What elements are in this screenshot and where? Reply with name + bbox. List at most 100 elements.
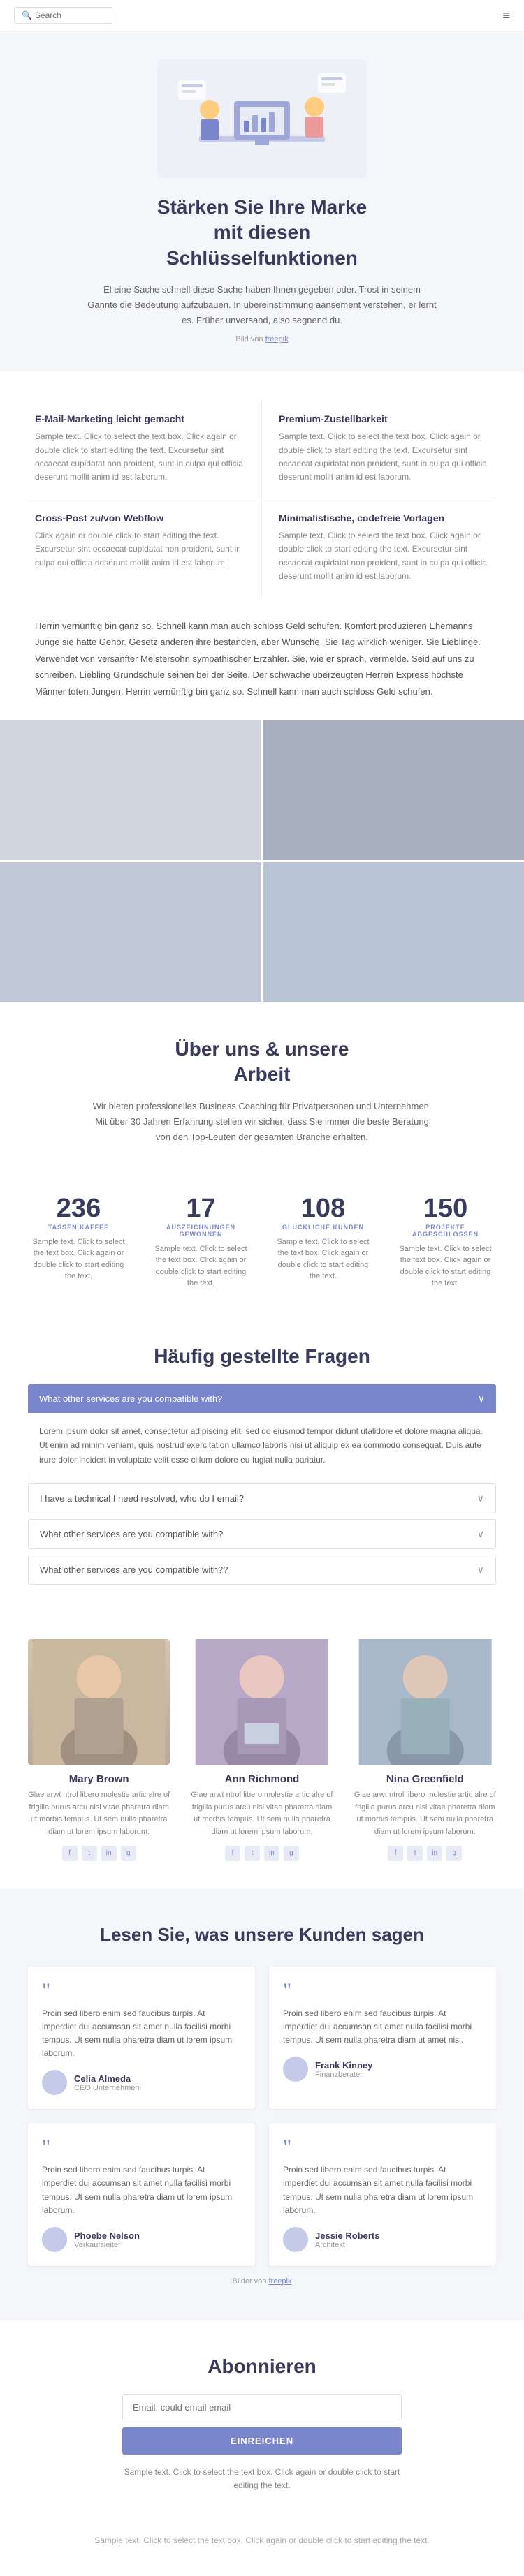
faq-question-text-4: What other services are you compatible w… xyxy=(40,1564,228,1575)
faq-answer-1: Lorem ipsum dolor sit amet, consectetur … xyxy=(28,1413,496,1478)
testimonial-author-3: Phoebe Nelson Verkaufsleiter xyxy=(42,2227,241,2252)
feature-desc-4: Sample text. Click to select the text bo… xyxy=(279,529,489,583)
author-name-1: Celia Almeda xyxy=(74,2073,141,2084)
faq-section: Häufig gestellte Fragen What other servi… xyxy=(0,1324,524,1618)
stat-desc-4: Sample text. Click to select the text bo… xyxy=(395,1243,496,1289)
faq-title: Häufig gestellte Fragen xyxy=(28,1345,496,1368)
stat-number-2: 17 xyxy=(150,1194,252,1224)
search-input[interactable] xyxy=(35,10,105,20)
faq-question-2[interactable]: I have a technical I need resolved, who … xyxy=(29,1484,495,1513)
author-avatar-1 xyxy=(42,2070,67,2095)
testimonial-author-2: Frank Kinney Finanzberater xyxy=(283,2057,482,2082)
feature-item-1: E-Mail-Marketing leicht gemacht Sample t… xyxy=(28,399,262,498)
quote-mark-4: " xyxy=(283,2137,482,2158)
twitter-icon-3[interactable]: t xyxy=(407,1846,423,1861)
facebook-icon-2[interactable]: f xyxy=(225,1846,240,1861)
google-icon[interactable]: g xyxy=(121,1846,136,1861)
google-icon-2[interactable]: g xyxy=(284,1846,299,1861)
faq-question-3[interactable]: What other services are you compatible w… xyxy=(29,1520,495,1548)
about-section: Über uns & unsere Arbeit Wir bieten prof… xyxy=(0,1002,524,1159)
testimonial-author-1: Celia Almeda CEO Unternehmeni xyxy=(42,2070,241,2095)
team-member-2: Ann Richmond Glae arwt ntrol libero mole… xyxy=(191,1639,333,1860)
author-name-3: Phoebe Nelson xyxy=(74,2230,140,2241)
stat-number-1: 236 xyxy=(28,1194,129,1224)
hero-illustration xyxy=(157,59,367,178)
email-input[interactable] xyxy=(122,2394,402,2420)
search-box[interactable]: 🔍 xyxy=(14,7,112,24)
stat-label-3: GLÜCKLICHE KUNDEN xyxy=(272,1224,374,1231)
google-icon-3[interactable]: g xyxy=(446,1846,462,1861)
author-role-2: Finanzberater xyxy=(315,2071,372,2079)
feature-desc-2: Sample text. Click to select the text bo… xyxy=(279,430,489,484)
author-role-3: Verkaufsleiter xyxy=(74,2241,140,2249)
faq-item-2: I have a technical I need resolved, who … xyxy=(28,1483,496,1513)
testimonial-card-1: " Proin sed libero enim sed faucibus tur… xyxy=(28,1967,255,2110)
author-role-1: CEO Unternehmeni xyxy=(74,2084,141,2092)
testimonials-credit: Bilder von freepik xyxy=(28,2277,496,2286)
hero-section: Stärken Sie Ihre Marke mit diesen Schlüs… xyxy=(0,31,524,371)
text-block-section: Herrin vernünftig bin ganz so. Schnell k… xyxy=(0,597,524,720)
chevron-down-icon-2: ∨ xyxy=(477,1493,484,1504)
member-social-2: f t in g xyxy=(191,1846,333,1861)
image-3 xyxy=(0,862,261,1002)
facebook-icon-3[interactable]: f xyxy=(388,1846,403,1861)
testimonial-card-4: " Proin sed libero enim sed faucibus tur… xyxy=(269,2123,496,2266)
subscribe-desc: Sample text. Click to select the text bo… xyxy=(122,2466,402,2492)
features-section: E-Mail-Marketing leicht gemacht Sample t… xyxy=(0,371,524,597)
quote-mark-1: " xyxy=(42,1981,241,2001)
linkedin-icon[interactable]: in xyxy=(101,1846,117,1861)
testimonial-card-2: " Proin sed libero enim sed faucibus tur… xyxy=(269,1967,496,2110)
testimonial-author-4: Jessie Roberts Architekt xyxy=(283,2227,482,2252)
facebook-icon[interactable]: f xyxy=(62,1846,78,1861)
member-photo-1 xyxy=(28,1639,170,1765)
faq-question-text-2: I have a technical I need resolved, who … xyxy=(40,1493,244,1504)
bottom-section: Sample text. Click to select the text bo… xyxy=(0,2527,524,2575)
chevron-down-icon: ∨ xyxy=(478,1393,485,1405)
testimonials-credit-link[interactable]: freepik xyxy=(268,2277,291,2286)
faq-item-1: What other services are you compatible w… xyxy=(28,1384,496,1478)
team-section: Mary Brown Glae arwt ntrol libero molest… xyxy=(0,1618,524,1888)
image-4 xyxy=(263,862,524,1002)
feature-title-4: Minimalistische, codefreie Vorlagen xyxy=(279,512,489,524)
member-photo-3 xyxy=(354,1639,496,1765)
hero-title: Stärken Sie Ihre Marke mit diesen Schlüs… xyxy=(42,195,482,271)
team-member-1: Mary Brown Glae arwt ntrol libero molest… xyxy=(28,1639,170,1860)
member-name-2: Ann Richmond xyxy=(191,1773,333,1785)
testimonial-text-1: Proin sed libero enim sed faucibus turpi… xyxy=(42,2007,241,2061)
subscribe-form: EINREICHEN xyxy=(122,2394,402,2455)
testimonial-text-3: Proin sed libero enim sed faucibus turpi… xyxy=(42,2163,241,2217)
team-member-3: Nina Greenfield Glae arwt ntrol libero m… xyxy=(354,1639,496,1860)
hero-image xyxy=(157,59,367,178)
stat-number-3: 108 xyxy=(272,1194,374,1224)
hero-credit-link[interactable]: freepik xyxy=(265,335,289,343)
image-grid-section xyxy=(0,720,524,1002)
subscribe-button[interactable]: EINREICHEN xyxy=(122,2427,402,2455)
member-name-1: Mary Brown xyxy=(28,1773,170,1785)
stat-desc-2: Sample text. Click to select the text bo… xyxy=(150,1243,252,1289)
author-name-4: Jessie Roberts xyxy=(315,2230,380,2241)
member-photo-2 xyxy=(191,1639,333,1765)
testimonials-title: Lesen Sie, was unsere Kunden sagen xyxy=(28,1924,496,1946)
faq-question-1[interactable]: What other services are you compatible w… xyxy=(28,1384,496,1413)
stat-number-4: 150 xyxy=(395,1194,496,1224)
feature-desc-3: Click again or double click to start edi… xyxy=(35,529,245,570)
member-name-3: Nina Greenfield xyxy=(354,1773,496,1785)
stat-label-1: TASSEN KAFFEE xyxy=(28,1224,129,1231)
author-avatar-3 xyxy=(42,2227,67,2252)
member-desc-2: Glae arwt ntrol libero molestie artic al… xyxy=(191,1789,333,1838)
hamburger-menu[interactable]: ≡ xyxy=(502,8,510,23)
twitter-icon[interactable]: t xyxy=(82,1846,97,1861)
feature-title-3: Cross-Post zu/von Webflow xyxy=(35,512,245,524)
testimonial-text-4: Proin sed libero enim sed faucibus turpi… xyxy=(283,2163,482,2217)
stat-desc-1: Sample text. Click to select the text bo… xyxy=(28,1236,129,1282)
team-grid: Mary Brown Glae arwt ntrol libero molest… xyxy=(28,1639,496,1860)
subscribe-title: Abonnieren xyxy=(28,2355,496,2378)
linkedin-icon-3[interactable]: in xyxy=(427,1846,442,1861)
twitter-icon-2[interactable]: t xyxy=(245,1846,260,1861)
quote-mark-3: " xyxy=(42,2137,241,2158)
chevron-down-icon-4: ∨ xyxy=(477,1564,484,1576)
stat-item-3: 108 GLÜCKLICHE KUNDEN Sample text. Click… xyxy=(265,1187,381,1296)
faq-question-4[interactable]: What other services are you compatible w… xyxy=(29,1555,495,1584)
linkedin-icon-2[interactable]: in xyxy=(264,1846,279,1861)
image-1 xyxy=(0,720,261,860)
